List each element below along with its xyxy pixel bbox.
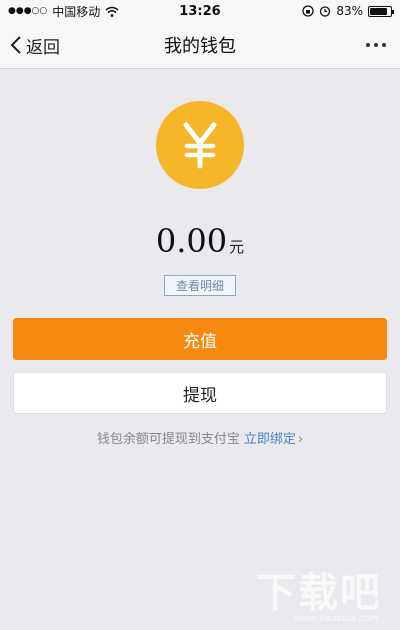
back-label: 返回	[26, 37, 60, 58]
more-dot-icon	[366, 43, 370, 47]
rotation-lock-icon	[302, 5, 314, 17]
yuan-symbol-icon	[183, 122, 217, 169]
status-bar-left: ●●●○○ 中国移动	[8, 3, 119, 20]
hint-text: 钱包余额可提现到支付宝	[96, 432, 240, 447]
view-details-button[interactable]: 查看明细	[164, 275, 236, 296]
site-watermark-url: www.xiazaiba.com	[294, 614, 378, 624]
signal-strength-icon: ●●●○○	[8, 6, 48, 16]
back-button[interactable]: 返回	[10, 22, 60, 68]
status-bar: ●●●○○ 中国移动 13:26 83%	[0, 0, 400, 22]
navigation-bar: 返回 我的钱包	[0, 22, 400, 69]
withdraw-button[interactable]: 提现	[13, 372, 387, 414]
balance-unit: 元	[229, 238, 245, 256]
page-title: 我的钱包	[164, 36, 236, 57]
recharge-button[interactable]: 充值	[13, 318, 387, 360]
more-options-button[interactable]	[366, 22, 386, 68]
battery-percent: 83%	[336, 4, 363, 18]
wifi-icon	[105, 6, 119, 17]
more-dot-icon	[374, 43, 378, 47]
status-bar-right: 83%	[302, 4, 394, 18]
chevron-right-icon: ›	[297, 432, 304, 447]
chevron-left-icon	[10, 36, 21, 54]
site-watermark: 下载吧	[256, 570, 382, 616]
wallet-balance: 0.00 元	[0, 222, 400, 260]
battery-icon	[368, 5, 394, 17]
withdraw-hint: 钱包余额可提现到支付宝 立即绑定 ›	[0, 428, 400, 447]
carrier-name: 中国移动	[52, 4, 101, 19]
alarm-icon	[320, 6, 331, 17]
battery-fill	[370, 7, 387, 15]
wallet-coin-icon	[156, 101, 244, 189]
bind-now-link[interactable]: 立即绑定	[244, 432, 296, 447]
balance-amount: 0.00	[155, 222, 228, 260]
more-dot-icon	[382, 43, 386, 47]
